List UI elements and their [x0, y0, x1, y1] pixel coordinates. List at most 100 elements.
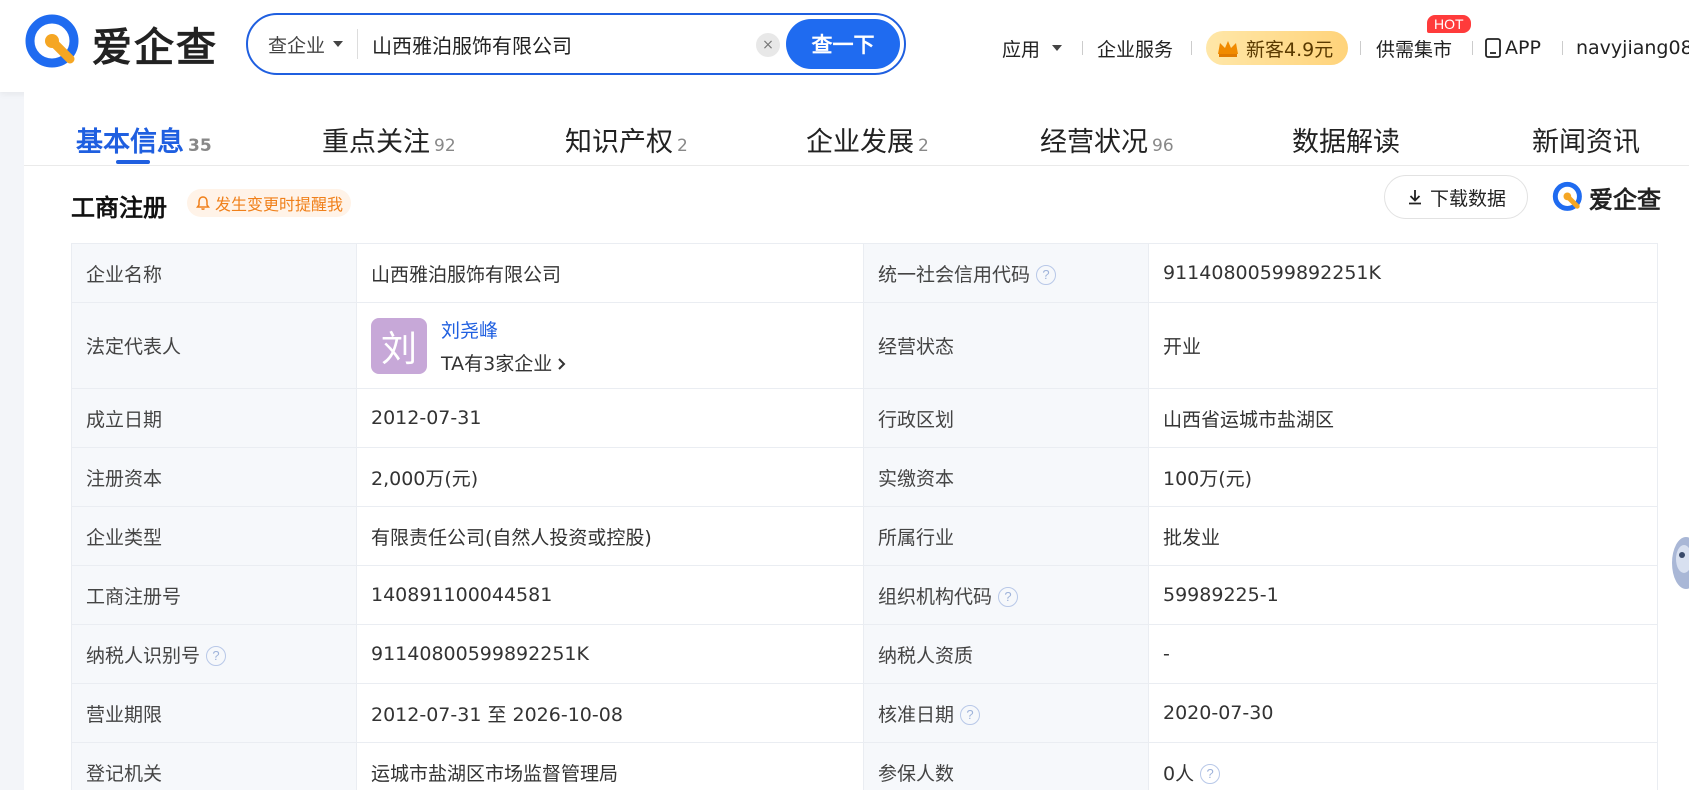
- content-panel: 基本信息 35 重点关注 92 知识产权 2 企业发展 2 经营状况 96 数据解读 新闻…: [24, 92, 1689, 790]
- authority-label: 登记机关: [71, 742, 357, 790]
- avatar[interactable]: 刘: [371, 317, 427, 374]
- table-row: 企业类型 有限责任公司(自然人投资或控股) 所属行业 批发业: [71, 506, 1658, 566]
- nav-divider: [1360, 41, 1361, 55]
- industry-label: 所属行业: [863, 506, 1149, 566]
- tab-count: 92: [434, 136, 456, 156]
- logo-q-icon: [1552, 181, 1582, 211]
- help-icon[interactable]: ?: [1200, 764, 1221, 784]
- search-type-label: 查企业: [268, 34, 326, 57]
- help-icon[interactable]: ?: [1036, 265, 1057, 285]
- tab-development[interactable]: 企业发展 2: [806, 120, 929, 159]
- hot-badge: HOT: [1427, 15, 1471, 33]
- tab-bar: 基本信息 35 重点关注 92 知识产权 2 企业发展 2 经营状况 96 数据解读 新闻…: [24, 92, 1689, 166]
- credit-code-label: 统一社会信用代码: [878, 263, 1031, 286]
- industry-value: 批发业: [1148, 506, 1658, 566]
- status-value: 开业: [1148, 302, 1658, 389]
- assistant-float-icon[interactable]: [1664, 533, 1689, 593]
- org-code-label: 组织机构代码: [878, 585, 993, 608]
- credit-code-value: 91140800599892251K: [1148, 243, 1658, 303]
- table-row: 工商注册号 140891100044581 组织机构代码? 59989225-1: [71, 565, 1658, 625]
- taxpayer-id-label-cell: 纳税人识别号?: [71, 624, 357, 684]
- tab-label: 经营状况: [1040, 127, 1148, 158]
- paid-capital-label: 实缴资本: [863, 447, 1149, 507]
- business-registration-table: 企业名称 山西雅泊服饰有限公司 统一社会信用代码? 91140800599892…: [71, 243, 1658, 790]
- region-label: 行政区划: [863, 388, 1149, 448]
- nav-market[interactable]: 供需集市: [1376, 30, 1452, 66]
- company-name-value: 山西雅泊服饰有限公司: [356, 243, 864, 303]
- paid-capital-value: 100万(元): [1148, 447, 1658, 507]
- tab-count: 96: [1152, 136, 1174, 156]
- site-logo[interactable]: 爱企查: [24, 14, 218, 74]
- legal-rep-cell: 刘 刘尧峰 TA有3家企业: [356, 302, 864, 389]
- approval-label-cell: 核准日期?: [863, 683, 1149, 743]
- term-value: 2012-07-31 至 2026-10-08: [356, 683, 864, 743]
- table-row: 纳税人识别号? 91140800599892251K 纳税人资质 -: [71, 624, 1658, 684]
- nav-app[interactable]: APP: [1484, 30, 1541, 66]
- logo-text: 爱企查: [92, 25, 218, 71]
- table-row: 成立日期 2012-07-31 行政区划 山西省运城市盐湖区: [71, 388, 1658, 448]
- insured-label: 参保人数: [863, 742, 1149, 790]
- chevron-down-icon: [333, 41, 344, 47]
- remind-label: 发生变更时提醒我: [215, 195, 344, 214]
- change-remind-button[interactable]: 发生变更时提醒我: [187, 189, 352, 217]
- company-name-label: 企业名称: [71, 243, 357, 303]
- search-type-dropdown[interactable]: 查企业: [248, 29, 359, 59]
- chevron-down-icon: [1052, 45, 1063, 51]
- tab-count: 2: [918, 136, 929, 156]
- tab-data-insights[interactable]: 数据解读: [1292, 120, 1400, 159]
- table-row: 注册资本 2,000万(元) 实缴资本 100万(元): [71, 447, 1658, 507]
- company-type-label: 企业类型: [71, 506, 357, 566]
- logo-q-icon: [25, 14, 79, 68]
- clear-icon[interactable]: ×: [756, 33, 780, 57]
- company-type-value: 有限责任公司(自然人投资或控股): [356, 506, 864, 566]
- tab-label: 知识产权: [565, 127, 673, 158]
- nav-app-label: APP: [1505, 37, 1541, 59]
- download-label: 下载数据: [1429, 187, 1506, 210]
- reg-capital-label: 注册资本: [71, 447, 357, 507]
- help-icon[interactable]: ?: [960, 705, 981, 725]
- search-input[interactable]: [372, 32, 753, 56]
- legal-rep-person: 刘 刘尧峰 TA有3家企业: [371, 316, 863, 376]
- top-header: 爱企查 查企业 × 查一下 应用 企业服务 新客4.9元 供需集市 HOT AP…: [0, 0, 1689, 92]
- tab-count: 2: [677, 136, 688, 156]
- taxpayer-id-value: 91140800599892251K: [356, 624, 864, 684]
- legal-rep-name-link[interactable]: 刘尧峰: [441, 316, 568, 343]
- term-label: 营业期限: [71, 683, 357, 743]
- help-icon[interactable]: ?: [998, 587, 1019, 607]
- promo-badge[interactable]: 新客4.9元: [1206, 31, 1348, 65]
- legal-rep-companies-link[interactable]: TA有3家企业: [441, 353, 568, 375]
- taxpayer-id-label: 纳税人识别号: [86, 644, 201, 667]
- section-title: 工商注册: [71, 194, 167, 222]
- reg-capital-value: 2,000万(元): [356, 447, 864, 507]
- nav-apps-label: 应用: [1002, 38, 1041, 61]
- tab-key-focus[interactable]: 重点关注 92: [322, 120, 456, 159]
- tab-label: 重点关注: [322, 127, 430, 158]
- active-tab-indicator: [116, 160, 150, 164]
- user-menu[interactable]: navyjiang08.: [1576, 30, 1689, 66]
- taxpayer-qual-label: 纳税人资质: [863, 624, 1149, 684]
- search-bar: 查企业 × 查一下: [246, 13, 906, 75]
- tab-count: 35: [188, 136, 212, 156]
- nav-apps[interactable]: 应用: [1002, 30, 1063, 66]
- tab-label: 企业发展: [806, 127, 914, 158]
- credit-code-label-cell: 统一社会信用代码?: [863, 243, 1149, 303]
- insured-value-cell: 0人?: [1148, 742, 1658, 790]
- phone-icon: [1485, 38, 1501, 58]
- tab-ip[interactable]: 知识产权 2: [565, 120, 688, 159]
- brand-text: 爱企查: [1589, 186, 1661, 214]
- help-icon[interactable]: ?: [206, 646, 227, 666]
- founded-value: 2012-07-31: [356, 388, 864, 448]
- nav-services[interactable]: 企业服务: [1097, 30, 1173, 66]
- tab-basic-info[interactable]: 基本信息 35: [76, 120, 212, 159]
- tab-label: 数据解读: [1292, 127, 1400, 158]
- tab-news[interactable]: 新闻资讯: [1532, 120, 1640, 159]
- org-code-value: 59989225-1: [1148, 565, 1658, 625]
- legal-rep-companies-label: TA有3家企业: [441, 352, 553, 375]
- table-row: 企业名称 山西雅泊服饰有限公司 统一社会信用代码? 91140800599892…: [71, 243, 1658, 303]
- download-data-button[interactable]: 下载数据: [1384, 175, 1528, 219]
- brand-watermark: 爱企查: [1552, 180, 1661, 215]
- nav-divider: [1191, 41, 1192, 55]
- tab-operations[interactable]: 经营状况 96: [1040, 120, 1174, 159]
- legal-rep-label: 法定代表人: [71, 302, 357, 389]
- search-button[interactable]: 查一下: [786, 19, 900, 69]
